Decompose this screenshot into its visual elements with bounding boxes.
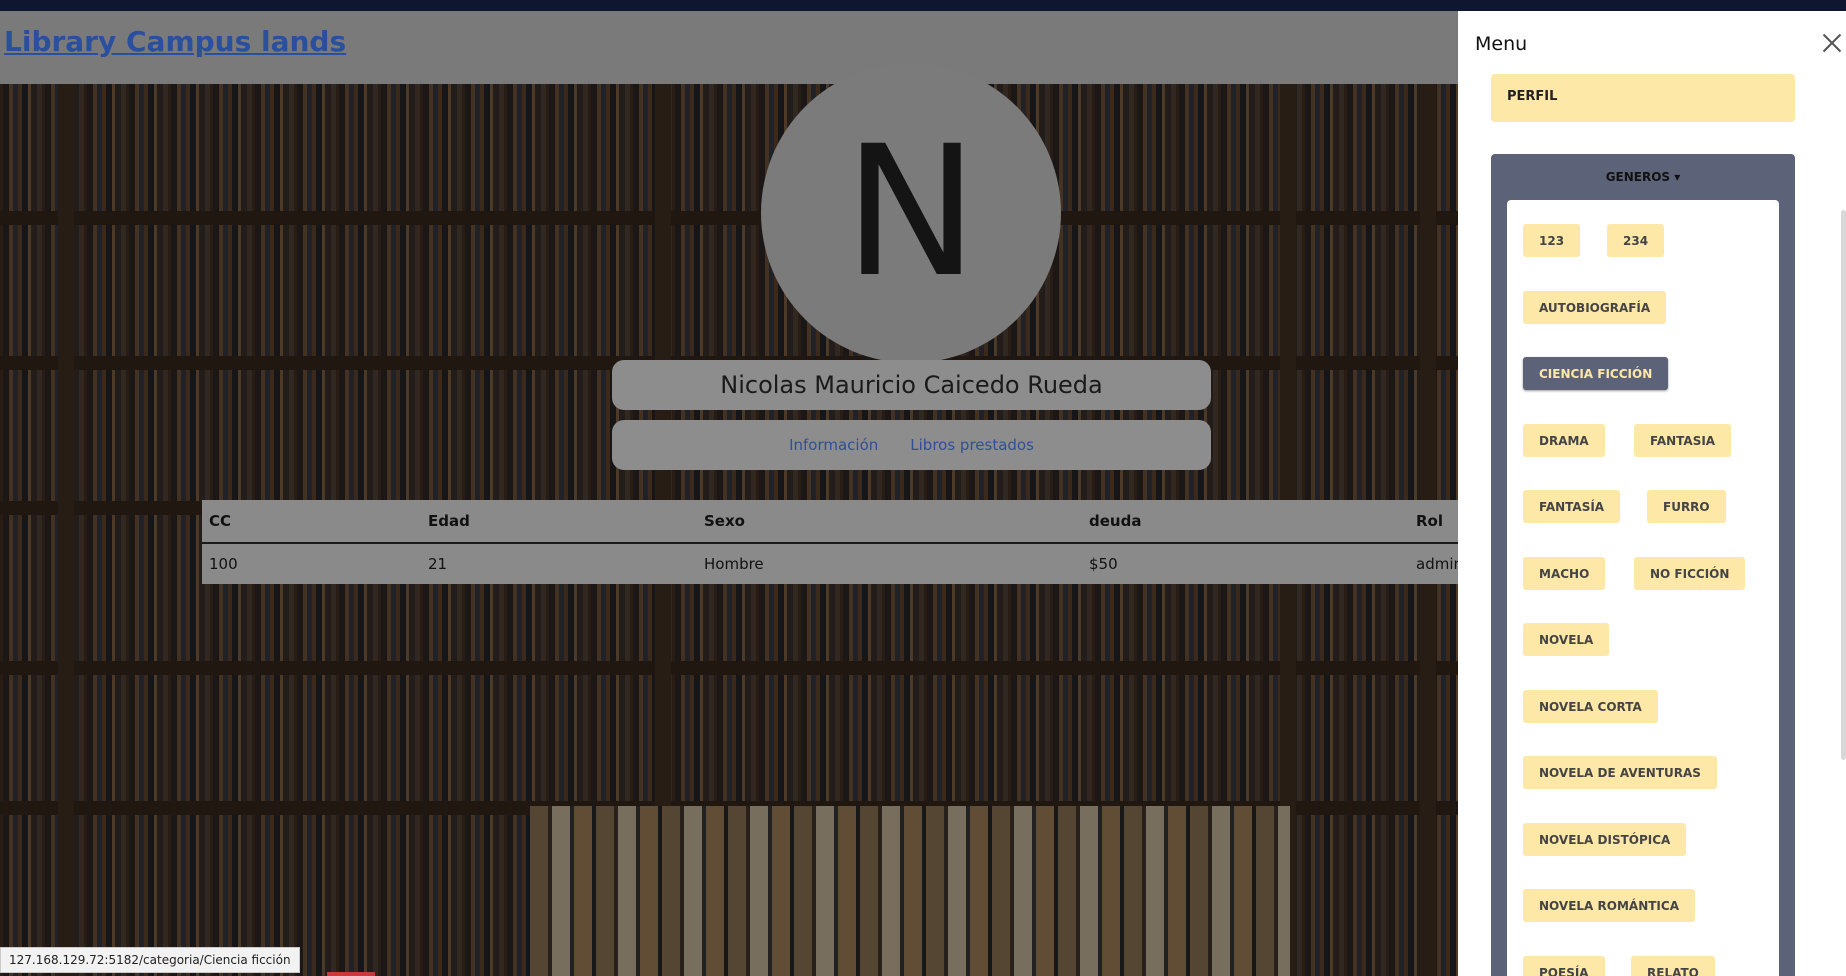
genre-chip[interactable]: FANTASIA xyxy=(1634,424,1732,457)
menu-title: Menu xyxy=(1475,33,1528,55)
table-row: 100 21 Hombre $50 admin xyxy=(202,544,1463,584)
status-url-text: 127.168.129.72:5182/categoria/Ciencia fi… xyxy=(9,953,291,967)
close-icon[interactable] xyxy=(1820,31,1844,55)
genres-dropdown: GENEROS ▾ 123 234 AUTOBIOGRAFÍA CIENCIA … xyxy=(1491,154,1795,976)
brand-link[interactable]: Library Campus lands xyxy=(4,25,346,58)
table-header-cell: CC xyxy=(209,512,232,530)
genre-chip[interactable]: NOVELA DISTÓPICA xyxy=(1523,823,1687,856)
genre-chip[interactable]: NOVELA DE AVENTURAS xyxy=(1523,756,1717,789)
user-info-table: CC Edad Sexo deuda Rol 100 21 Hombre $50… xyxy=(202,500,1463,584)
genre-chip[interactable]: NO FICCIÓN xyxy=(1634,557,1746,590)
genre-chip[interactable]: NOVELA xyxy=(1523,623,1610,656)
user-name: Nicolas Mauricio Caicedo Rueda xyxy=(720,371,1103,399)
table-cell: 100 xyxy=(209,555,238,573)
genres-list: 123 234 AUTOBIOGRAFÍA CIENCIA FICCIÓN DR… xyxy=(1507,200,1779,976)
table-header-cell: Sexo xyxy=(704,512,745,530)
profile-links: Información Libros prestados xyxy=(612,420,1211,470)
offcanvas-menu: Menu PERFIL GENEROS ▾ 123 234 AUTOBIOGRA… xyxy=(1458,11,1846,976)
user-name-box: Nicolas Mauricio Caicedo Rueda xyxy=(612,360,1211,410)
browser-top-strip xyxy=(0,0,1846,11)
genre-chip-selected[interactable]: CIENCIA FICCIÓN xyxy=(1523,357,1669,390)
table-header-row: CC Edad Sexo deuda Rol xyxy=(202,500,1458,544)
genre-chip[interactable]: NOVELA ROMÁNTICA xyxy=(1523,889,1695,922)
table-cell: $50 xyxy=(1089,555,1118,573)
genre-chip[interactable]: RELATO xyxy=(1631,956,1715,976)
table-cell: 21 xyxy=(428,555,448,573)
genre-chip[interactable]: FURRO xyxy=(1647,490,1726,523)
genre-chip[interactable]: 123 xyxy=(1523,224,1581,257)
table-header-cell: deuda xyxy=(1089,512,1142,530)
table-cell: admin xyxy=(1416,555,1463,573)
status-bar-url: 127.168.129.72:5182/categoria/Ciencia fi… xyxy=(0,947,300,973)
table-cell: Hombre xyxy=(704,555,764,573)
info-link[interactable]: Información xyxy=(789,436,878,454)
menu-scrollbar[interactable] xyxy=(1841,210,1846,760)
genre-chip[interactable]: MACHO xyxy=(1523,557,1606,590)
genre-chip[interactable]: POESÍA xyxy=(1523,956,1605,976)
genres-dropdown-toggle[interactable]: GENEROS ▾ xyxy=(1491,170,1795,184)
genre-chip[interactable]: DRAMA xyxy=(1523,424,1605,457)
genre-chip[interactable]: 234 xyxy=(1607,224,1665,257)
genre-chip[interactable]: NOVELA CORTA xyxy=(1523,690,1658,723)
avatar-letter: N xyxy=(843,108,979,317)
borrowed-books-link[interactable]: Libros prestados xyxy=(910,436,1034,454)
perfil-button[interactable]: PERFIL xyxy=(1491,74,1795,122)
avatar: N xyxy=(761,63,1061,363)
genre-chip[interactable]: FANTASÍA xyxy=(1523,490,1621,523)
table-header-cell: Edad xyxy=(428,512,470,530)
genre-chip[interactable]: AUTOBIOGRAFÍA xyxy=(1523,291,1667,324)
taskbar-indicator xyxy=(327,972,375,976)
table-header-cell: Rol xyxy=(1416,512,1443,530)
